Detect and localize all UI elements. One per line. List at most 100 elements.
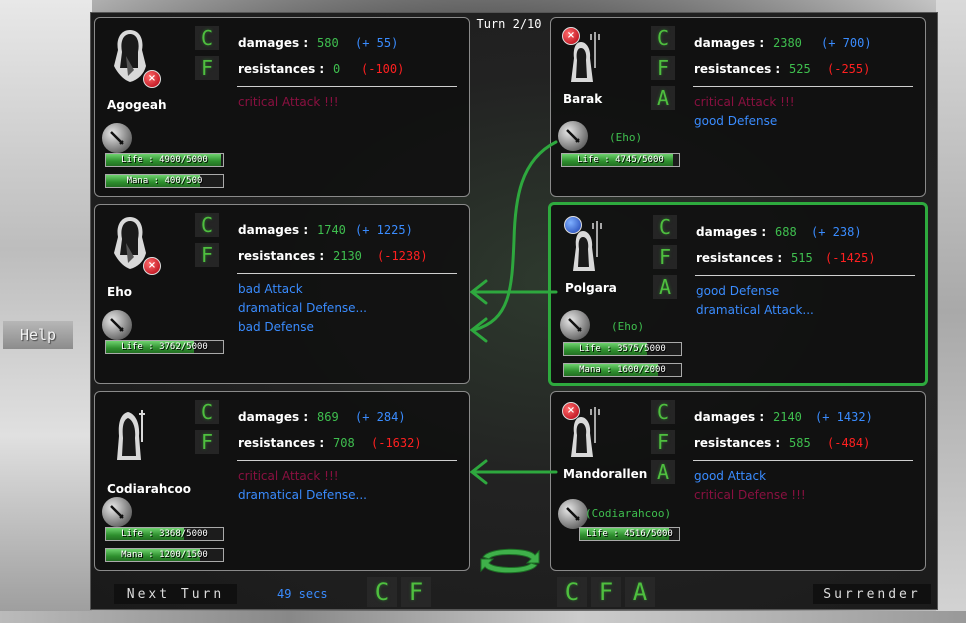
red-x-icon: × [143, 257, 161, 275]
resistances-label: resistances : [238, 436, 325, 450]
mana-bar: Mana : 1200/1500 [105, 548, 224, 562]
bottom-action-c-button-right[interactable]: C [557, 577, 587, 607]
resistances-value: 525 [789, 62, 811, 76]
next-turn-button[interactable]: Next Turn [114, 584, 237, 604]
action-a-button[interactable]: A [651, 460, 675, 484]
divider [237, 86, 457, 87]
divider [695, 275, 915, 276]
mana-bar: Mana : 400/500 [105, 174, 224, 188]
combat-message: bad Attack [238, 282, 303, 296]
character-portrait [561, 28, 605, 86]
action-f-button[interactable]: F [195, 243, 219, 267]
action-c-button[interactable]: C [195, 26, 219, 50]
resistances-value: 585 [789, 436, 811, 450]
sword-icon[interactable] [102, 310, 132, 340]
swap-sides-icon[interactable] [475, 541, 545, 581]
life-text: Life : 3575/5000 [579, 344, 666, 354]
damages-label: damages : [238, 36, 309, 50]
help-button[interactable]: Help [3, 321, 73, 349]
resistances-delta: (-1632) [371, 436, 422, 450]
action-c-button[interactable]: C [195, 213, 219, 237]
resistances-label: resistances : [696, 251, 783, 265]
resistances-delta: (-1425) [825, 251, 876, 265]
action-f-button[interactable]: F [195, 430, 219, 454]
right-character-panel-1[interactable]: × Barak (Eho) Life : 4745/5000 C F A dam… [550, 17, 926, 197]
right-character-panel-2-selected[interactable]: Polgara (Eho) Life : 3575/5000 Mana : 16… [548, 202, 928, 386]
left-character-panel-3[interactable]: Codiarahcoo Life : 3368/5000 Mana : 1200… [94, 391, 470, 571]
resistances-label: resistances : [694, 436, 781, 450]
combat-message: good Attack [694, 469, 767, 483]
resistances-delta: (-1238) [377, 249, 428, 263]
resistances-delta: (-100) [361, 62, 405, 76]
damages-delta: (+ 238) [811, 225, 862, 239]
left-character-panel-2[interactable]: × Eho Life : 3762/5000 C F damages : 174… [94, 204, 470, 384]
sword-icon[interactable] [558, 121, 588, 151]
damages-value: 688 [775, 225, 797, 239]
left-character-panel-1[interactable]: × Agogeah Life : 4900/5000 Mana : 400/50… [94, 17, 470, 197]
action-c-button[interactable]: C [653, 215, 677, 239]
background-sketch-right [936, 0, 966, 623]
bottom-action-f-button[interactable]: F [401, 577, 431, 607]
action-c-button[interactable]: C [651, 400, 675, 424]
resistances-delta: (-484) [827, 436, 871, 450]
combat-message: good Defense [696, 284, 780, 298]
resistances-value: 2130 [333, 249, 362, 263]
life-text: Life : 3762/5000 [121, 342, 208, 352]
damages-value: 580 [317, 36, 339, 50]
damages-delta: (+ 1432) [815, 410, 873, 424]
damages-value: 1740 [317, 223, 346, 237]
turn-timer: 49 secs [277, 587, 328, 601]
combat-message: dramatical Defense... [238, 301, 367, 315]
red-x-icon: × [143, 70, 161, 88]
life-bar: Life : 3575/5000 [563, 342, 682, 356]
character-name: Codiarahcoo [107, 482, 192, 496]
action-f-button[interactable]: F [195, 56, 219, 80]
damages-value: 869 [317, 410, 339, 424]
damages-label: damages : [238, 410, 309, 424]
character-portrait [563, 217, 607, 275]
mana-text: Mana : 1600/2000 [579, 365, 666, 375]
damages-label: damages : [694, 410, 765, 424]
combat-message: critical Attack !!! [238, 469, 339, 483]
attack-target: (Eho) [611, 320, 645, 333]
life-text: Life : 4900/5000 [121, 155, 208, 165]
divider [237, 273, 457, 274]
damages-label: damages : [696, 225, 767, 239]
mana-text: Mana : 400/500 [126, 176, 203, 186]
combat-message: bad Defense [238, 320, 314, 334]
action-c-button[interactable]: C [195, 400, 219, 424]
damages-delta: (+ 55) [355, 36, 399, 50]
action-f-button[interactable]: F [651, 430, 675, 454]
resistances-label: resistances : [238, 249, 325, 263]
combat-message: critical Attack !!! [694, 95, 795, 109]
action-a-button[interactable]: A [653, 275, 677, 299]
bottom-action-a-button-right[interactable]: A [625, 577, 655, 607]
action-a-button[interactable]: A [651, 86, 675, 110]
character-name: Eho [107, 285, 132, 299]
action-c-button[interactable]: C [651, 26, 675, 50]
sword-icon[interactable] [102, 123, 132, 153]
attack-target: (Codiarahcoo) [585, 507, 672, 520]
life-text: Life : 3368/5000 [121, 529, 208, 539]
combat-message: good Defense [694, 114, 778, 128]
surrender-button[interactable]: Surrender [813, 584, 931, 604]
sword-icon[interactable] [560, 310, 590, 340]
bottom-action-f-button-right[interactable]: F [591, 577, 621, 607]
damages-label: damages : [238, 223, 309, 237]
action-f-button[interactable]: F [653, 245, 677, 269]
divider [693, 86, 913, 87]
resistances-label: resistances : [238, 62, 325, 76]
damages-value: 2380 [773, 36, 802, 50]
bottom-action-c-button[interactable]: C [367, 577, 397, 607]
life-bar: Life : 4900/5000 [105, 153, 224, 167]
combat-message: dramatical Defense... [238, 488, 367, 502]
action-f-button[interactable]: F [651, 56, 675, 80]
character-name: Polgara [565, 281, 617, 295]
sword-icon[interactable] [558, 499, 588, 529]
sword-icon[interactable] [102, 497, 132, 527]
damages-delta: (+ 700) [821, 36, 872, 50]
resistances-value: 0 [333, 62, 341, 76]
combat-message: dramatical Attack... [696, 303, 814, 317]
right-character-panel-3[interactable]: × Mandorallen (Codiarahcoo) Life : 4516/… [550, 391, 926, 571]
damages-value: 2140 [773, 410, 802, 424]
